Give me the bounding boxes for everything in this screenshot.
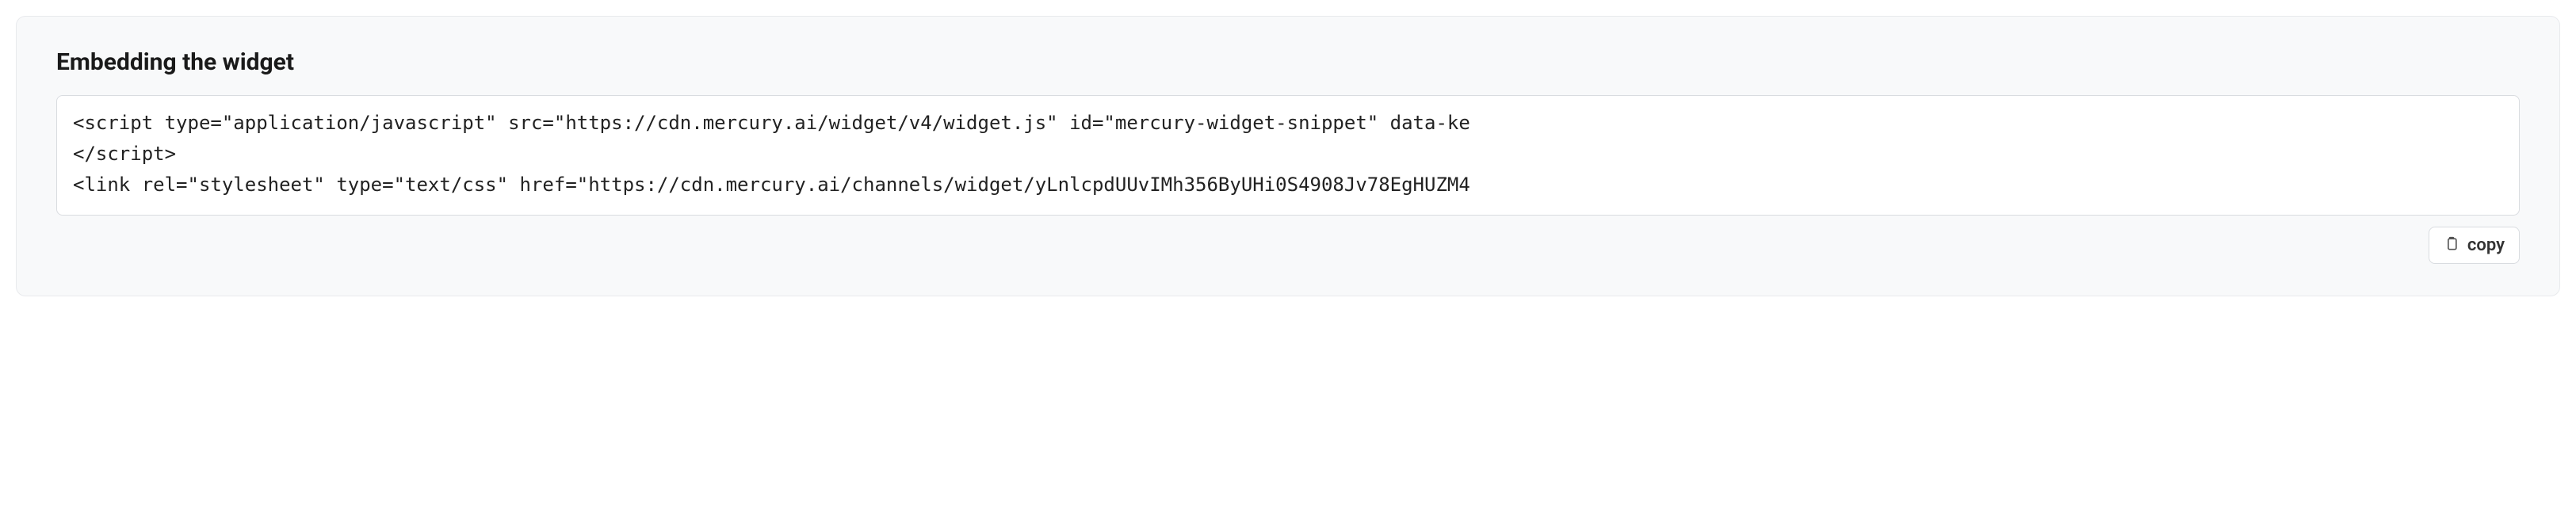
copy-button-label: copy bbox=[2467, 235, 2505, 255]
embed-code-block[interactable]: <script type="application/javascript" sr… bbox=[56, 95, 2520, 216]
copy-row: copy bbox=[56, 227, 2520, 264]
copy-button[interactable]: copy bbox=[2429, 227, 2520, 264]
embed-code-line-3: <link rel="stylesheet" type="text/css" h… bbox=[73, 174, 1470, 196]
clipboard-icon bbox=[2444, 236, 2459, 254]
embed-code-line-2: </script> bbox=[73, 143, 176, 165]
embedding-widget-panel: Embedding the widget <script type="appli… bbox=[16, 16, 2560, 296]
embed-code-line-1: <script type="application/javascript" sr… bbox=[73, 112, 1470, 134]
section-title: Embedding the widget bbox=[56, 48, 2520, 76]
